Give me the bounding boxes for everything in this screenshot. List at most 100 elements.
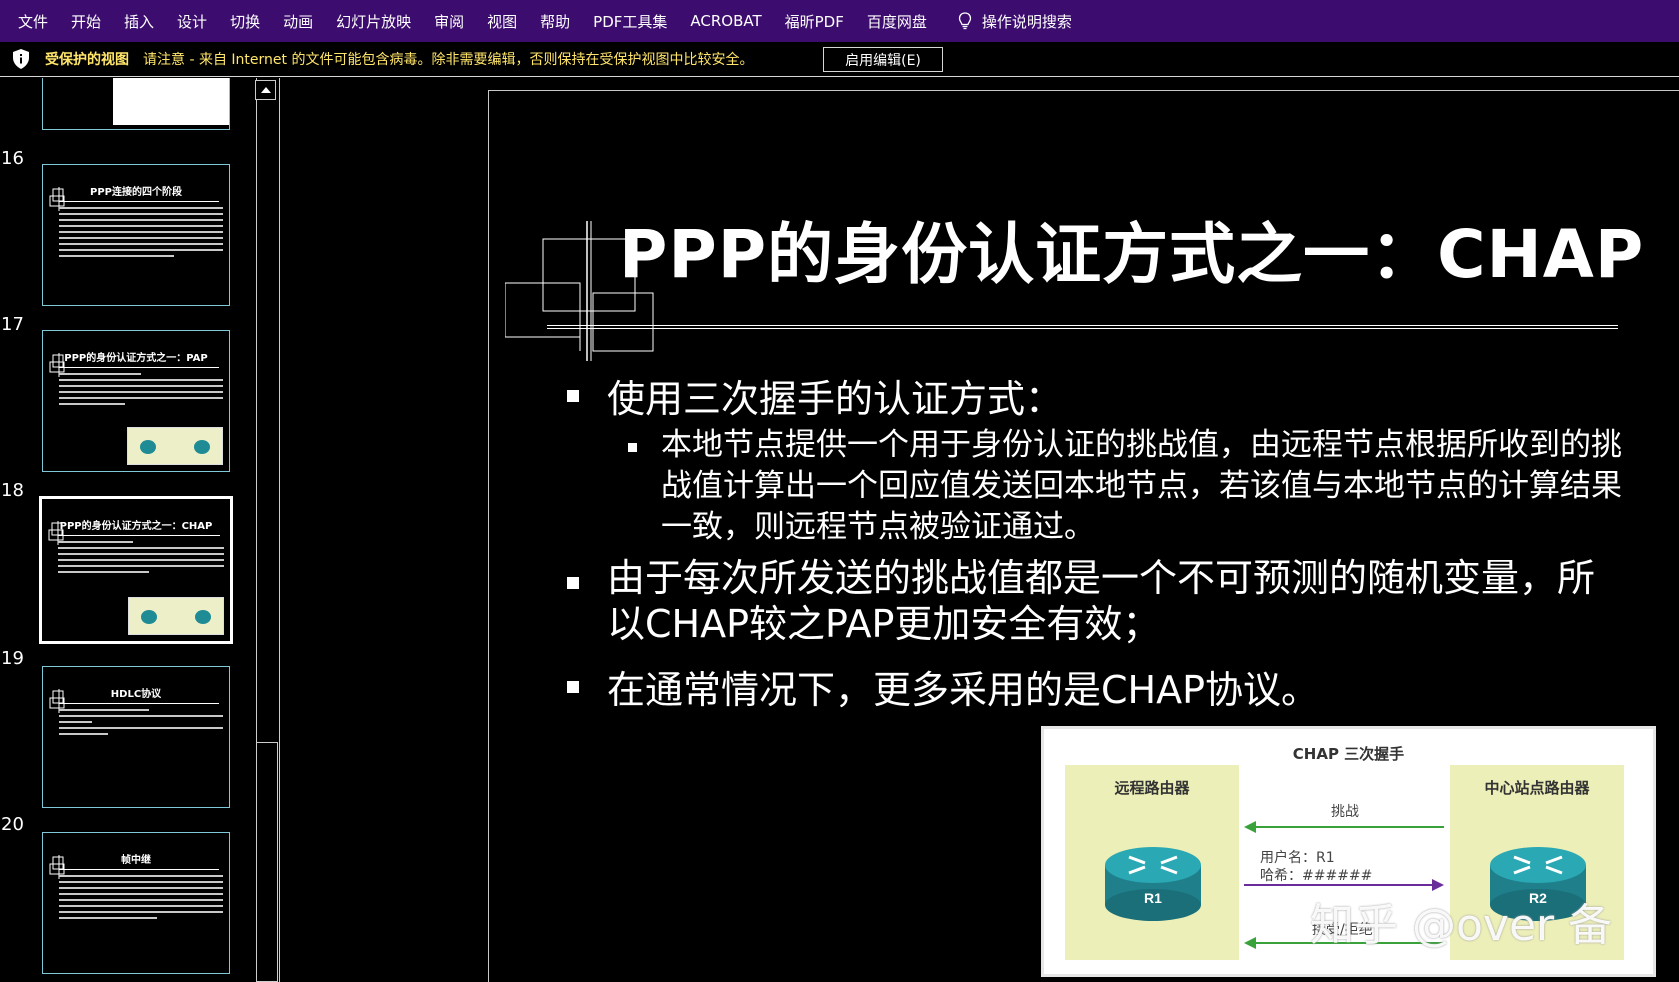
thumb-title: 帧中继 (121, 855, 151, 866)
thumb-text-line (59, 385, 223, 387)
menu-animations[interactable]: 动画 (283, 11, 313, 32)
enable-editing-button[interactable]: 启用编辑(E) (823, 47, 943, 72)
thumb-title-rule (59, 703, 219, 704)
thumb-title-rule (59, 367, 219, 368)
thumb-text-line (58, 565, 224, 567)
slide-title: PPP的身份认证方式之一：CHAP (619, 216, 1645, 293)
menu-design[interactable]: 设计 (177, 11, 207, 32)
menu-pdf-tools[interactable]: PDF工具集 (593, 11, 667, 32)
thumb-text-line (58, 553, 224, 555)
chap-handshake-diagram: CHAP 三次握手 远程路由器 R1 中心站点路由器 R2 挑战 用户名：R1 … (1041, 726, 1656, 977)
router-icon: R1 (1105, 847, 1201, 921)
thumb-text-line (59, 391, 223, 393)
thumb-text-line (59, 231, 223, 233)
thumb-text-line (59, 721, 92, 723)
thumb-text-line (59, 893, 223, 895)
thumb-text-line (59, 899, 223, 901)
menu-foxit-pdf[interactable]: 福昕PDF (785, 11, 844, 32)
menu-home[interactable]: 开始 (71, 11, 101, 32)
slide-thumbnail-16[interactable]: PPP连接的四个阶段 (42, 164, 230, 306)
thumb-text-line (58, 541, 133, 543)
thumb-title: PPP连接的四个阶段 (90, 187, 182, 198)
title-rule (547, 325, 1618, 329)
thumb-text-line (59, 881, 223, 883)
menu-slideshow[interactable]: 幻灯片放映 (336, 11, 411, 32)
tell-me-label: 操作说明搜索 (981, 12, 1072, 31)
router-r1-label: R1 (1144, 890, 1162, 906)
bullet-3: 在通常情况下，更多采用的是CHAP协议。 (566, 659, 1319, 714)
protected-view-title: 受保护的视图 (45, 52, 129, 68)
thumb-text-line (59, 911, 223, 913)
thumb-text-line (59, 255, 174, 257)
bullet-1-sub: 本地节点提供一个用于身份认证的挑战值，由远程节点根据所收到的挑战值计算出一个回应… (628, 425, 1641, 548)
bullet-2: 由于每次所发送的挑战值都是一个不可预测的随机变量，所以CHAP较之PAP更加安全… (567, 555, 1607, 647)
thumb-diagram-image (127, 427, 223, 465)
thumb-text-line (59, 709, 150, 711)
slide-thumbnail-pane: 16 PPP连接的四个阶段 17 PPP的身份认证方式之一：PAP 18 PPP… (0, 78, 280, 982)
slide-number-20: 20 (1, 814, 24, 835)
thumb-title-rule (58, 535, 220, 536)
username-label: 用户名：R1 (1260, 850, 1335, 866)
thumb-title-rule (59, 869, 219, 870)
tell-me-search[interactable]: 操作说明搜索 (958, 11, 1072, 32)
remote-router-panel: 远程路由器 R1 (1065, 765, 1239, 960)
bullet-1: 使用三次握手的认证方式： (566, 368, 1063, 423)
thumb-title: PPP的身份认证方式之一：PAP (64, 353, 208, 364)
menu-review[interactable]: 审阅 (434, 11, 464, 32)
menu-view[interactable]: 视图 (487, 11, 517, 32)
menu-file[interactable]: 文件 (18, 11, 48, 32)
menu-transitions[interactable]: 切换 (230, 11, 260, 32)
challenge-label: 挑战 (1331, 804, 1359, 820)
menu-acrobat[interactable]: ACROBAT (690, 12, 761, 30)
slide-number-16: 16 (1, 148, 24, 169)
slide-thumbnail-18[interactable]: PPP的身份认证方式之一：CHAP (39, 496, 233, 644)
zhihu-watermark: 知乎 @over 备 (1310, 900, 1613, 951)
slide-thumbnail-19[interactable]: HDLC协议 (42, 666, 230, 808)
thumb-text-line (59, 213, 223, 215)
thumb-text-line (59, 373, 141, 375)
diagram-title: CHAP 三次握手 (1292, 745, 1405, 763)
shield-icon (13, 49, 29, 69)
thumb-text-line (59, 219, 223, 221)
remote-router-title: 远程路由器 (1114, 779, 1190, 797)
thumb-text-line (58, 559, 224, 561)
thumb-text-line (59, 733, 109, 735)
thumb-text-line (59, 225, 223, 227)
thumb-text-line (59, 237, 223, 239)
thumb-table-image (113, 78, 229, 125)
scroll-up-button[interactable] (255, 80, 276, 100)
slide-number-17: 17 (1, 314, 24, 335)
challenge-arrow (1244, 821, 1444, 833)
scrollbar-thumb[interactable] (256, 742, 278, 982)
thumb-text-line (59, 243, 223, 245)
slide-number-18: 18 (1, 480, 24, 501)
menu-baidu-netdisk[interactable]: 百度网盘 (867, 11, 927, 32)
thumb-text-line (59, 875, 223, 877)
slide-thumbnail-15[interactable] (42, 78, 230, 130)
thumb-text-line (59, 379, 223, 381)
central-router-title: 中心站点路由器 (1484, 779, 1590, 797)
thumb-text-line (59, 917, 158, 919)
slide-thumbnail-17[interactable]: PPP的身份认证方式之一：PAP (42, 330, 230, 472)
lightbulb-icon (958, 12, 972, 30)
thumb-text-line (59, 887, 223, 889)
menu-help[interactable]: 帮助 (540, 11, 570, 32)
menu-insert[interactable]: 插入 (124, 11, 154, 32)
thumb-text-line (59, 905, 223, 907)
thumb-text-line (59, 397, 223, 399)
thumb-text-line (59, 403, 125, 405)
thumb-text-line (58, 547, 224, 549)
thumb-text-line (58, 571, 150, 573)
thumb-text-line (59, 727, 223, 729)
thumb-diagram-image (128, 597, 224, 635)
slide-thumbnail-20[interactable]: 帧中继 (42, 832, 230, 974)
thumb-title: HDLC协议 (110, 689, 162, 700)
thumb-title: PPP的身份认证方式之一：CHAP (59, 521, 213, 532)
ribbon-menu-bar: 文件 开始 插入 设计 切换 动画 幻灯片放映 审阅 视图 帮助 PDF工具集 … (0, 0, 1679, 42)
slide-number-19: 19 (1, 648, 24, 669)
protected-view-message: 请注意 - 来自 Internet 的文件可能包含病毒。除非需要编辑，否则保持在… (143, 52, 754, 68)
thumb-title-rule (59, 201, 219, 202)
protected-view-bar: 受保护的视图 请注意 - 来自 Internet 的文件可能包含病毒。除非需要编… (0, 42, 1679, 77)
thumb-text-line (59, 207, 223, 209)
thumb-text-line (59, 249, 223, 251)
